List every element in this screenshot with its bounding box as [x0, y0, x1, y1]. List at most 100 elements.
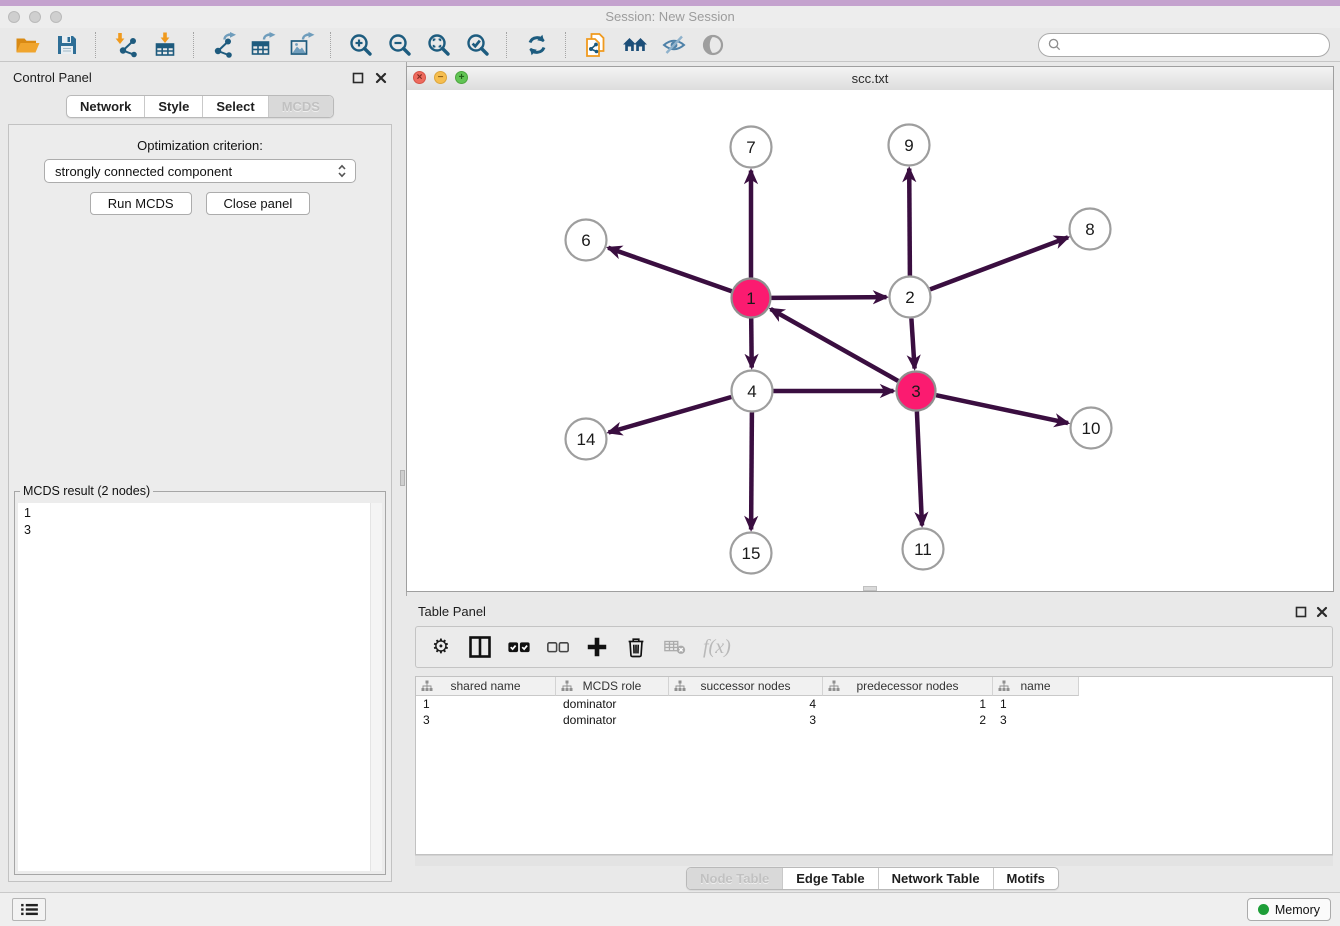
splitter-handle[interactable] — [400, 470, 405, 486]
column-header-predecessor-nodes[interactable]: predecessor nodes — [823, 677, 993, 696]
close-panel-icon[interactable] — [375, 71, 387, 83]
unselect-all-icon[interactable] — [545, 634, 571, 660]
function-icon: f(x) — [701, 634, 733, 660]
graph-node-14[interactable]: 14 — [566, 419, 607, 460]
close-table-panel-icon[interactable] — [1316, 605, 1328, 617]
cell-name[interactable]: 3 — [993, 712, 1079, 728]
first-neighbors-icon[interactable] — [620, 31, 649, 59]
control-panel: Control Panel NetworkStyleSelectMCDS Opt… — [0, 62, 400, 892]
run-mcds-button[interactable]: Run MCDS — [90, 192, 192, 215]
graph-node-10[interactable]: 10 — [1071, 408, 1112, 449]
graph-node-2[interactable]: 2 — [890, 277, 931, 318]
zoom-fit-icon[interactable] — [424, 31, 453, 59]
show-icon[interactable] — [698, 31, 727, 59]
tab-style[interactable]: Style — [144, 96, 202, 117]
graph-node-3[interactable]: 3 — [897, 372, 936, 411]
search-input[interactable] — [1066, 36, 1321, 53]
main-titlebar[interactable]: Session: New Session — [0, 6, 1340, 29]
graph-edge-3-10[interactable] — [936, 395, 1068, 423]
network-resize-grip[interactable] — [863, 586, 877, 591]
result-scrollbar[interactable] — [370, 503, 382, 871]
search-box[interactable] — [1038, 33, 1330, 57]
graph-edge-1-2[interactable] — [772, 297, 887, 298]
tab-select[interactable]: Select — [202, 96, 267, 117]
graph-edge-2-9[interactable] — [909, 169, 910, 276]
column-type-icon — [674, 680, 686, 692]
cell-predecessor-nodes[interactable]: 2 — [823, 712, 993, 728]
cell-mcds-role[interactable]: dominator — [556, 712, 669, 728]
graph-edge-1-6[interactable] — [608, 248, 732, 291]
mcds-result-area[interactable]: 1 3 — [18, 503, 382, 871]
close-panel-button[interactable]: Close panel — [206, 192, 311, 215]
graph-node-7[interactable]: 7 — [731, 127, 772, 168]
tab-edge-table[interactable]: Edge Table — [782, 868, 877, 889]
cell-successor-nodes[interactable]: 4 — [669, 696, 823, 712]
column-type-icon — [421, 680, 433, 692]
table-panel-title: Table Panel — [418, 604, 486, 619]
graph-node-6[interactable]: 6 — [566, 220, 607, 261]
graph-edge-4-14[interactable] — [609, 397, 732, 433]
task-history-button[interactable] — [12, 898, 46, 921]
column-header-name[interactable]: name — [993, 677, 1079, 696]
export-network-icon[interactable] — [209, 31, 238, 59]
column-header-mcds-role[interactable]: MCDS role — [556, 677, 669, 696]
graph-edge-3-1[interactable] — [771, 309, 899, 381]
tab-node-table[interactable]: Node Table — [687, 868, 782, 889]
tab-mcds[interactable]: MCDS — [268, 96, 333, 117]
columns-icon[interactable] — [467, 634, 493, 660]
add-column-icon[interactable] — [584, 634, 610, 660]
column-header-shared-name[interactable]: shared name — [416, 677, 556, 696]
table-row[interactable]: 3dominator323 — [416, 712, 1332, 728]
refresh-icon[interactable] — [522, 31, 551, 59]
column-label: predecessor nodes — [856, 679, 958, 693]
export-image-icon[interactable] — [287, 31, 316, 59]
network-graph[interactable]: 7 9 6 8 1 2 4 3 14 10 15 11 — [407, 90, 1333, 591]
save-icon[interactable] — [52, 31, 81, 59]
import-network-icon[interactable] — [111, 31, 140, 59]
zoom-in-icon[interactable] — [346, 31, 375, 59]
cell-mcds-role[interactable]: dominator — [556, 696, 669, 712]
cell-name[interactable]: 1 — [993, 696, 1079, 712]
zoom-selected-icon[interactable] — [463, 31, 492, 59]
graph-edge-1-4[interactable] — [751, 319, 752, 368]
cell-shared-name[interactable]: 3 — [416, 712, 556, 728]
select-all-icon[interactable] — [506, 634, 532, 660]
graph-node-11[interactable]: 11 — [903, 529, 944, 570]
column-header-successor-nodes[interactable]: successor nodes — [669, 677, 823, 696]
graph-node-8[interactable]: 8 — [1070, 209, 1111, 250]
tab-motifs[interactable]: Motifs — [993, 868, 1058, 889]
table-scrollbar-strip[interactable] — [415, 855, 1333, 866]
svg-text:3: 3 — [911, 382, 920, 401]
network-window-titlebar[interactable]: × − + scc.txt — [407, 67, 1333, 91]
graph-edge-3-11[interactable] — [917, 412, 922, 526]
cell-successor-nodes[interactable]: 3 — [669, 712, 823, 728]
cell-predecessor-nodes[interactable]: 1 — [823, 696, 993, 712]
graph-node-15[interactable]: 15 — [731, 533, 772, 574]
float-table-panel-icon[interactable] — [1295, 605, 1307, 617]
graph-node-4[interactable]: 4 — [732, 371, 773, 412]
graph-node-9[interactable]: 9 — [889, 125, 930, 166]
import-table-icon[interactable] — [150, 31, 179, 59]
column-type-icon — [561, 680, 573, 692]
float-panel-icon[interactable] — [352, 71, 364, 83]
graph-node-1[interactable]: 1 — [732, 279, 771, 318]
memory-button[interactable]: Memory — [1247, 898, 1331, 921]
graph-edge-2-3[interactable] — [911, 319, 914, 369]
hide-icon[interactable] — [659, 31, 688, 59]
gear-icon[interactable]: ⚙ — [428, 634, 454, 660]
graph-edge-2-8[interactable] — [930, 237, 1068, 289]
table-row[interactable]: 1dominator411 — [416, 696, 1332, 712]
optimization-select[interactable]: strongly connected component — [44, 159, 356, 183]
graph-edge-4-15[interactable] — [751, 413, 752, 530]
zoom-out-icon[interactable] — [385, 31, 414, 59]
cell-shared-name[interactable]: 1 — [416, 696, 556, 712]
network-canvas[interactable]: 7 9 6 8 1 2 4 3 14 10 15 11 — [407, 90, 1333, 591]
tab-network[interactable]: Network — [67, 96, 144, 117]
column-type-icon — [998, 680, 1010, 692]
node-table[interactable]: shared nameMCDS rolesuccessor nodes prede… — [415, 676, 1333, 855]
open-folder-icon[interactable] — [13, 31, 42, 59]
delete-column-icon[interactable] — [623, 634, 649, 660]
copy-network-icon[interactable] — [581, 31, 610, 59]
export-table-icon[interactable] — [248, 31, 277, 59]
tab-network-table[interactable]: Network Table — [878, 868, 993, 889]
